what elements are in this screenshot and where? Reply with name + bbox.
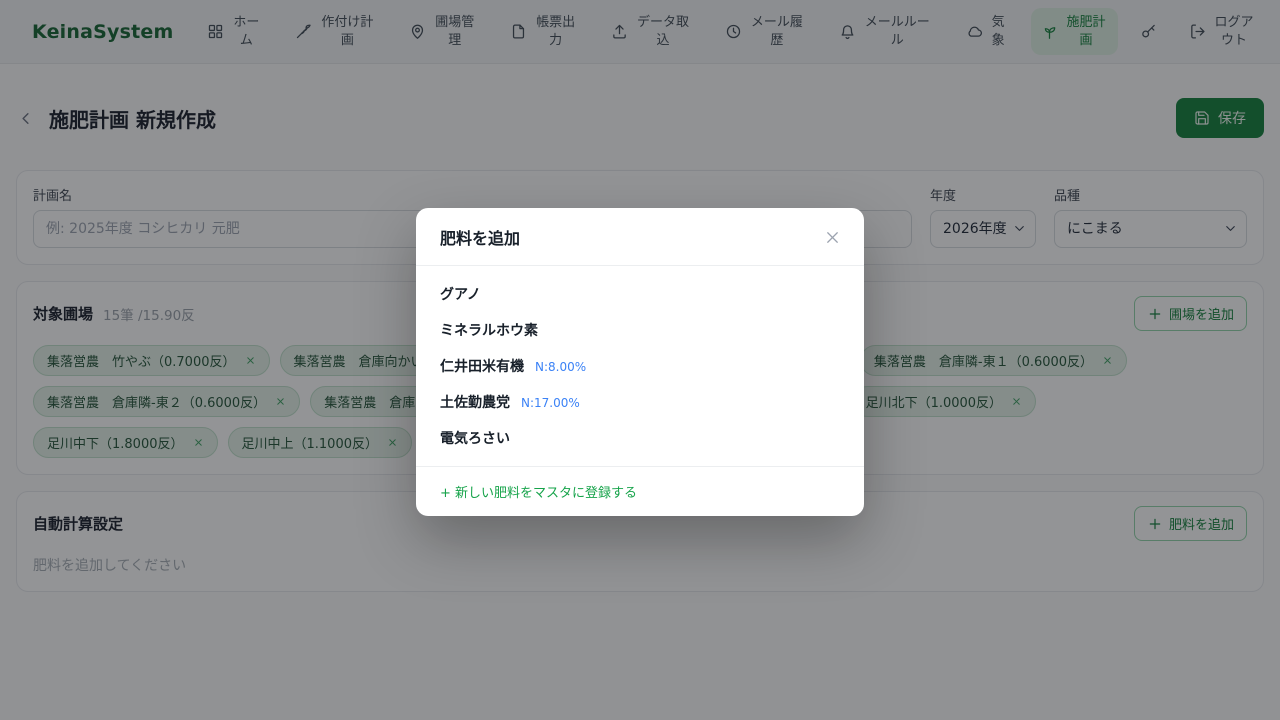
modal-footer: + 新しい肥料をマスタに登録する [416,466,864,516]
fertilizer-n-percent: N:17.00% [521,396,580,410]
fertilizer-name: 土佐勤農党 [440,392,510,412]
register-new-fertilizer-link[interactable]: + 新しい肥料をマスタに登録する [440,486,637,501]
add-fertilizer-modal: 肥料を追加 グアノ ミネラルホウ素 仁井田米有機 N:8.00% 土佐勤農党 N… [416,208,864,516]
modal-title: 肥料を追加 [440,225,520,249]
fertilizer-name: ミネラルホウ素 [440,320,538,340]
fertilizer-name: グアノ [440,284,481,304]
fertilizer-list-item[interactable]: グアノ [416,276,864,312]
close-icon[interactable] [823,228,842,247]
fertilizer-list-item[interactable]: ミネラルホウ素 [416,312,864,348]
fertilizer-list-item[interactable]: 電気ろさい [416,420,864,456]
fertilizer-list-item[interactable]: 仁井田米有機 N:8.00% [416,348,864,384]
fertilizer-name: 電気ろさい [440,428,510,448]
fertilizer-list-item[interactable]: 土佐勤農党 N:17.00% [416,384,864,420]
fertilizer-list: グアノ ミネラルホウ素 仁井田米有機 N:8.00% 土佐勤農党 N:17.00… [416,266,864,466]
modal-header: 肥料を追加 [416,208,864,266]
fertilizer-n-percent: N:8.00% [535,360,586,374]
fertilizer-name: 仁井田米有機 [440,356,524,376]
